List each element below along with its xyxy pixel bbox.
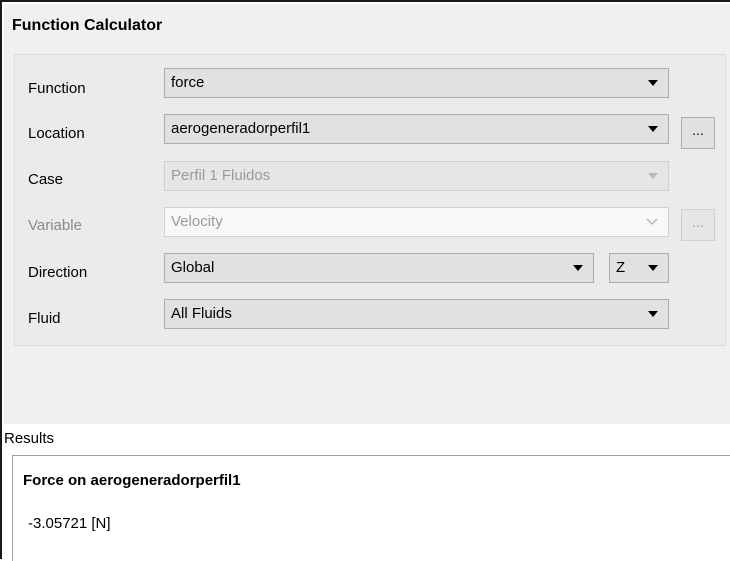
axis-value: Z [616, 259, 626, 276]
function-select[interactable]: force [164, 68, 669, 98]
axis-select[interactable]: Z [609, 253, 669, 283]
fluid-value: All Fluids [171, 305, 232, 322]
variable-browse-button[interactable]: ... [681, 209, 715, 241]
variable-select[interactable]: Velocity [164, 207, 669, 237]
fluid-select[interactable]: All Fluids [164, 299, 669, 329]
location-label: Location [28, 125, 85, 142]
chevron-outline-icon [646, 218, 658, 225]
chevron-down-icon [648, 311, 658, 317]
variable-value: Velocity [171, 213, 223, 230]
location-select[interactable]: aerogeneradorperfil1 [164, 114, 669, 144]
case-select[interactable]: Perfil 1 Fluidos [164, 161, 669, 191]
results-label: Results [4, 430, 55, 447]
location-value: aerogeneradorperfil1 [171, 120, 311, 137]
chevron-down-icon [648, 265, 658, 271]
chevron-down-icon [648, 126, 658, 132]
case-label: Case [28, 171, 64, 188]
direction-value: Global [171, 259, 215, 276]
variable-label: Variable [28, 217, 82, 234]
results-title: Force on aerogeneradorperfil1 [23, 472, 241, 489]
direction-select[interactable]: Global [164, 253, 594, 283]
location-browse-button[interactable]: ... [681, 117, 715, 149]
panel-title: Function Calculator [12, 17, 163, 34]
fluid-label: Fluid [28, 310, 61, 327]
direction-label: Direction [28, 264, 88, 281]
case-value: Perfil 1 Fluidos [171, 167, 271, 184]
chevron-down-icon [648, 80, 658, 86]
function-label: Function [28, 80, 86, 97]
function-value: force [171, 74, 205, 91]
window-frame: Function Calculator Function force Locat… [0, 0, 730, 561]
chevron-down-icon [573, 265, 583, 271]
function-calculator-panel: Function Calculator Function force Locat… [4, 4, 730, 424]
chevron-down-icon [648, 173, 658, 179]
results-value: -3.05721 [N] [28, 515, 111, 532]
results-box: Force on aerogeneradorperfil1 -3.05721 [… [12, 455, 730, 561]
